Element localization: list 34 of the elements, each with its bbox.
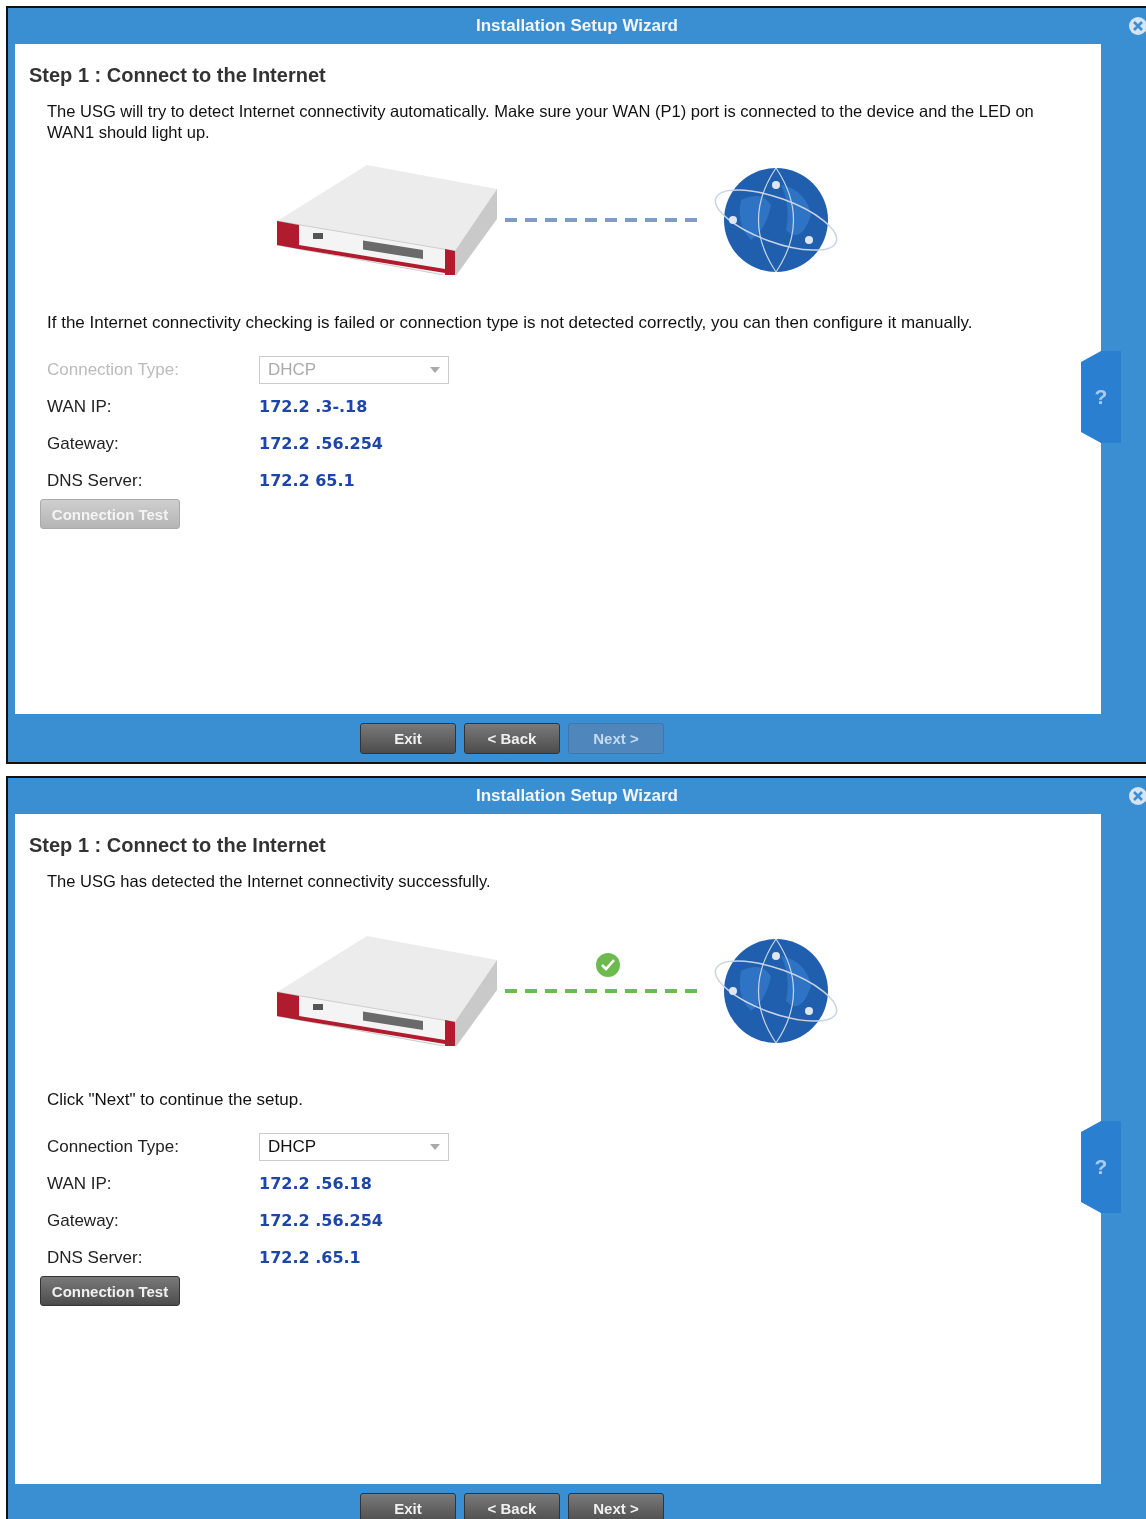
nav-button[interactable]: < Back bbox=[464, 1492, 560, 1519]
nav-button[interactable]: Exit bbox=[360, 722, 456, 754]
field-value: 172.2 .56.254 bbox=[259, 434, 383, 453]
caret-icon bbox=[430, 366, 440, 373]
field-value: 172.2 .56.18 bbox=[259, 1174, 372, 1193]
info-text: If the Internet connectivity checking is failed or connection type is not detected correctly, you can then configure it manually. bbox=[47, 313, 974, 333]
step-heading: Step 1 : Connect to the Internet bbox=[29, 834, 327, 857]
nav-button[interactable]: Exit bbox=[360, 1492, 456, 1519]
close-icon[interactable] bbox=[1128, 16, 1146, 36]
field-label: Connection Type: bbox=[47, 359, 180, 380]
field-label: DNS Server: bbox=[47, 1247, 144, 1268]
connection-test-button[interactable]: Connection Test bbox=[40, 1276, 180, 1306]
intro-text: The USG will try to detect Internet connectivity automatically. Make sure your WAN (P1) port is connected to the device and the LED on WAN1 should light up. bbox=[47, 101, 1035, 143]
field-label: WAN IP: bbox=[47, 1173, 113, 1194]
field-value: 172.2 .3-.18 bbox=[259, 397, 368, 416]
field-label: Gateway: bbox=[47, 1210, 120, 1231]
close-icon[interactable] bbox=[1128, 786, 1146, 806]
nav-button[interactable]: Next > bbox=[568, 1492, 664, 1519]
field-label: Gateway: bbox=[47, 433, 120, 454]
field-value: 172.2 65.1 bbox=[259, 471, 355, 490]
window-title: Installation Setup Wizard bbox=[476, 786, 678, 806]
field-value: 172.2 .65.1 bbox=[259, 1248, 361, 1267]
field-label: DNS Server: bbox=[47, 470, 144, 491]
field-value: 172.2 .56.254 bbox=[259, 1211, 383, 1230]
field-label: WAN IP: bbox=[47, 396, 113, 417]
check-icon bbox=[595, 952, 621, 978]
nav-button[interactable]: < Back bbox=[464, 722, 560, 754]
caret-icon bbox=[430, 1143, 440, 1150]
info-text: Click "Next" to continue the setup. bbox=[47, 1090, 304, 1110]
step-heading: Step 1 : Connect to the Internet bbox=[29, 64, 327, 87]
field-label: Connection Type: bbox=[47, 1136, 180, 1157]
window-title: Installation Setup Wizard bbox=[476, 16, 678, 36]
intro-text: The USG has detected the Internet connectivity successfully. bbox=[47, 871, 492, 892]
connection-type-dropdown[interactable]: DHCP bbox=[259, 1132, 449, 1161]
